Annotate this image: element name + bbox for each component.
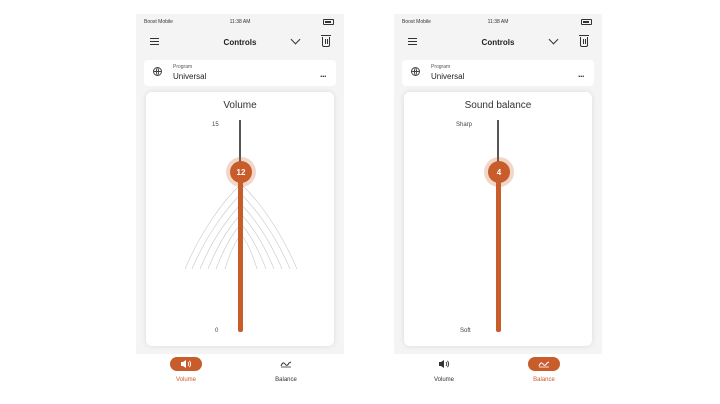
tab-balance-label: Balance bbox=[275, 377, 297, 383]
tab-balance[interactable]: Balance bbox=[494, 354, 594, 394]
tab-balance-pill[interactable] bbox=[528, 357, 560, 371]
tab-balance-pill[interactable] bbox=[270, 357, 302, 371]
balance-icon bbox=[538, 361, 550, 368]
nav-bar: Controls bbox=[394, 28, 602, 58]
control-title: Volume bbox=[223, 100, 257, 111]
phone-screen-volume: Boost Mobile 11:38 AM Controls Program U… bbox=[136, 14, 344, 394]
balance-slider-thumb[interactable]: 4 bbox=[488, 161, 510, 183]
slider-track-filled[interactable] bbox=[238, 172, 243, 332]
volume-control-card: Volume 15 0 12 bbox=[146, 92, 334, 346]
scale-max-label: Sharp bbox=[456, 122, 473, 128]
more-options-button[interactable]: ... bbox=[320, 70, 327, 79]
tab-volume[interactable]: Volume bbox=[394, 354, 494, 394]
battery-icon bbox=[323, 19, 334, 25]
status-bar: Boost Mobile 11:38 AM bbox=[394, 14, 602, 28]
tab-volume-label: Volume bbox=[175, 377, 196, 383]
tab-balance[interactable]: Balance bbox=[236, 354, 336, 394]
page-title: Controls bbox=[481, 38, 515, 47]
trash-icon[interactable] bbox=[321, 35, 331, 47]
status-bar: Boost Mobile 11:38 AM bbox=[136, 14, 344, 28]
control-title: Sound balance bbox=[464, 100, 532, 111]
page-title: Controls bbox=[223, 38, 257, 47]
tab-volume-pill[interactable] bbox=[170, 357, 202, 371]
tab-volume[interactable]: Volume bbox=[136, 354, 236, 394]
program-selector[interactable]: Program Universal ... bbox=[402, 60, 594, 86]
program-label: Program bbox=[431, 64, 451, 70]
program-value: Universal bbox=[431, 72, 465, 81]
nav-bar: Controls bbox=[136, 28, 344, 58]
globe-icon bbox=[153, 67, 162, 76]
tab-balance-label: Balance bbox=[533, 377, 555, 383]
status-time: 11:38 AM bbox=[229, 19, 251, 25]
balance-control-card: Sound balance Sharp Soft 4 bbox=[404, 92, 592, 346]
program-selector[interactable]: Program Universal ... bbox=[144, 60, 336, 86]
speaker-icon bbox=[439, 360, 450, 368]
scale-min-label: 0 bbox=[215, 328, 219, 334]
tab-bar: Volume Balance bbox=[136, 354, 344, 394]
more-options-button[interactable]: ... bbox=[578, 70, 585, 79]
program-value: Universal bbox=[173, 72, 207, 81]
tab-bar: Volume Balance bbox=[394, 354, 602, 394]
trash-icon[interactable] bbox=[579, 35, 589, 47]
tab-volume-pill[interactable] bbox=[428, 357, 460, 371]
speaker-icon bbox=[181, 360, 192, 368]
status-time: 11:38 AM bbox=[487, 19, 509, 25]
program-label: Program bbox=[173, 64, 193, 70]
scale-max-label: 15 bbox=[212, 122, 219, 128]
slider-track-filled[interactable] bbox=[496, 172, 501, 332]
balance-icon bbox=[280, 361, 292, 368]
tab-volume-label: Volume bbox=[433, 377, 454, 383]
globe-icon bbox=[411, 67, 420, 76]
volume-slider-thumb[interactable]: 12 bbox=[230, 161, 252, 183]
phone-screen-balance: Boost Mobile 11:38 AM Controls Program U… bbox=[394, 14, 602, 394]
scale-min-label: Soft bbox=[460, 328, 471, 334]
battery-icon bbox=[581, 19, 592, 25]
